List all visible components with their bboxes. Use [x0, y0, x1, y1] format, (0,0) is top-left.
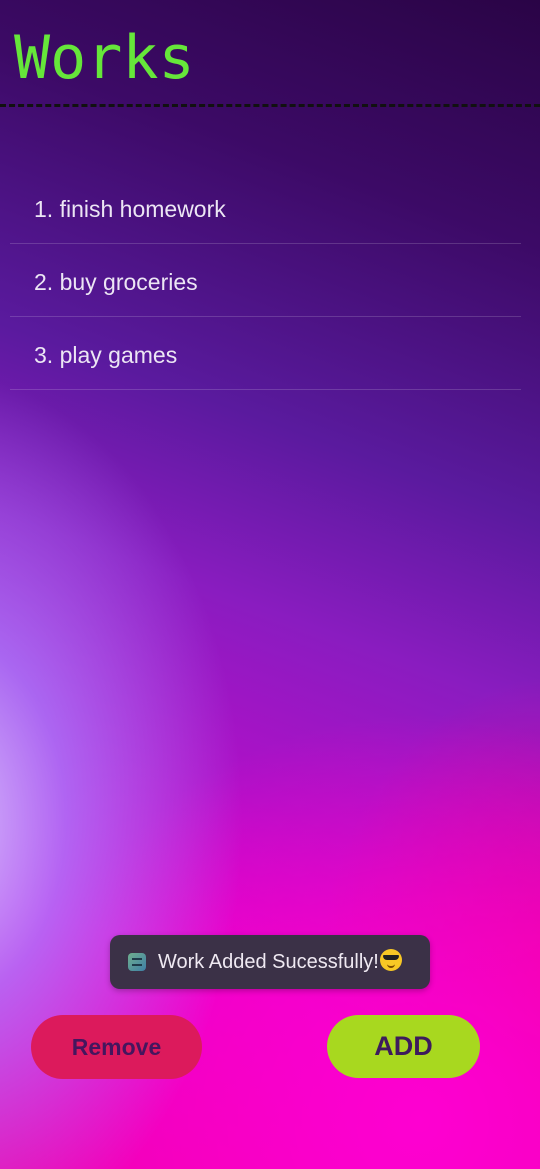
list-item[interactable]: 1. finish homework	[10, 171, 521, 244]
toast-message-line: Work Added Sucessfully!	[158, 949, 402, 975]
checklist-app-icon	[128, 953, 146, 971]
toast-notification: Work Added Sucessfully!	[110, 935, 430, 989]
app-header: Works	[0, 0, 540, 108]
work-item-text: 2. buy groceries	[34, 269, 198, 295]
works-list: 1. finish homework 2. buy groceries 3. p…	[10, 171, 521, 390]
toast-message: Work Added Sucessfully!	[158, 951, 379, 973]
work-item-text: 3. play games	[34, 342, 178, 368]
work-item-text: 1. finish homework	[34, 196, 226, 222]
sunglasses-emoji-icon	[379, 949, 402, 971]
page-title: Works	[14, 23, 195, 93]
list-item[interactable]: 3. play games	[10, 317, 521, 390]
add-button[interactable]: ADD	[327, 1015, 480, 1078]
list-item[interactable]: 2. buy groceries	[10, 244, 521, 317]
title-divider	[0, 104, 540, 107]
remove-button[interactable]: Remove	[31, 1015, 202, 1079]
